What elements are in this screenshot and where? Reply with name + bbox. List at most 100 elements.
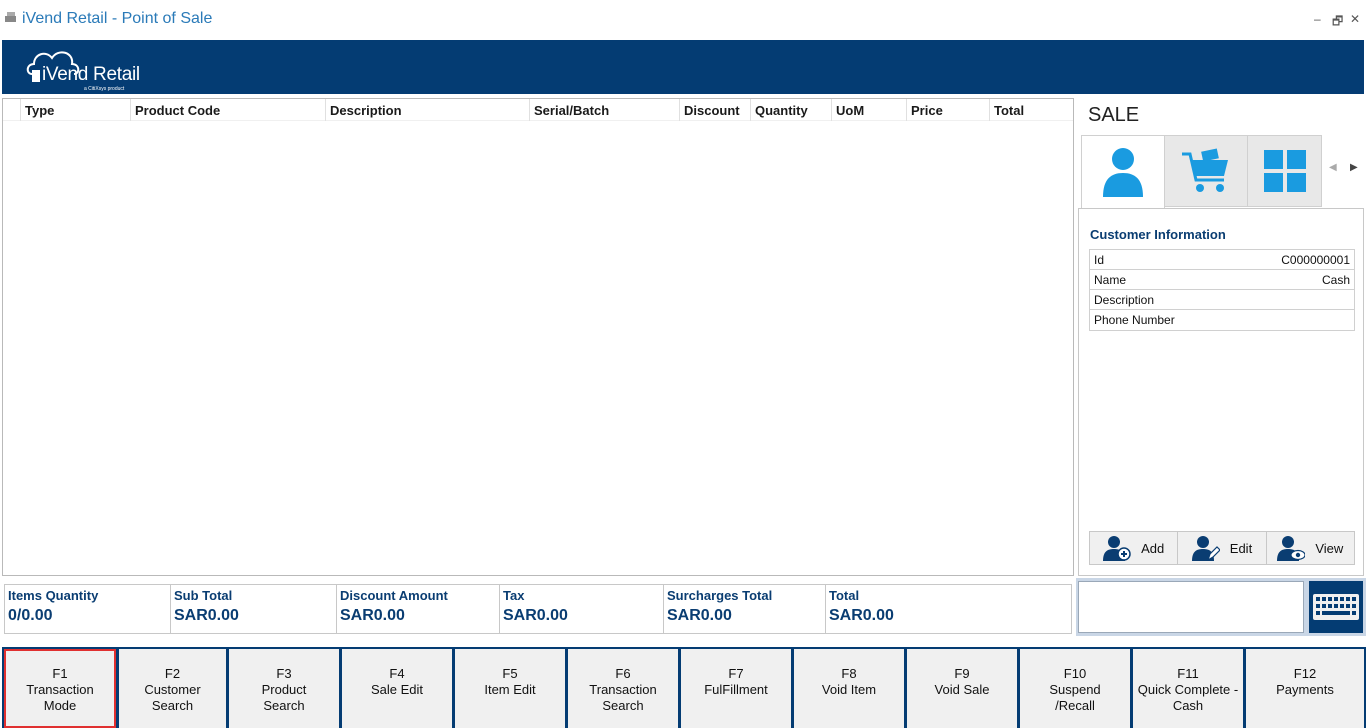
customer-actions: Add Edit View bbox=[1089, 531, 1355, 565]
keyboard-button[interactable] bbox=[1309, 581, 1363, 633]
fkey-key: F4 bbox=[389, 666, 405, 681]
total-label: Items Quantity bbox=[8, 588, 99, 603]
fkey-label-line1: Payments bbox=[1276, 682, 1334, 697]
info-row-description: Description bbox=[1090, 290, 1354, 310]
edit-customer-button[interactable]: Edit bbox=[1178, 532, 1267, 564]
column-header-quantity[interactable]: Quantity bbox=[751, 99, 832, 121]
fkey-key: F2 bbox=[164, 666, 181, 681]
tab-customer[interactable] bbox=[1081, 135, 1165, 208]
column-header-type[interactable]: Type bbox=[21, 99, 131, 121]
total-tax: Tax SAR0.00 bbox=[500, 585, 664, 633]
fkey-label-line1: Sale Edit bbox=[370, 682, 424, 697]
f11-quick-complete-cash-button[interactable]: F11 Quick Complete - Cash bbox=[1133, 649, 1243, 728]
function-key-bar: F1 Transaction Mode F2 Customer Search F… bbox=[2, 647, 1366, 728]
column-header-serial-batch[interactable]: Serial/Batch bbox=[530, 99, 680, 121]
fkey-label-line1: FulFillment bbox=[704, 682, 768, 697]
fkey-key: F3 bbox=[276, 666, 292, 681]
add-customer-button[interactable]: Add bbox=[1090, 532, 1179, 564]
fkey-label-line1: Transaction bbox=[589, 682, 657, 697]
total-value: SAR0.00 bbox=[667, 607, 732, 624]
entry-area bbox=[1076, 578, 1366, 636]
restore-button[interactable]: 🗗 bbox=[1332, 12, 1343, 33]
f2-customer-search-button[interactable]: F2 Customer Search bbox=[119, 649, 226, 728]
fkey-key: F6 bbox=[615, 666, 631, 681]
column-header-discount[interactable]: Discount bbox=[680, 99, 751, 121]
fkey-key: F10 bbox=[1063, 666, 1087, 681]
customer-info-panel: Customer Information Id C000000001 Name … bbox=[1078, 208, 1364, 576]
fkey-label-line1: Quick Complete - bbox=[1137, 682, 1239, 697]
user-view-icon bbox=[1277, 536, 1306, 561]
fkey-label-line1: Item Edit bbox=[484, 682, 536, 697]
total-value: SAR0.00 bbox=[829, 607, 894, 624]
logo-subtext: a CitiXsys product bbox=[84, 86, 125, 92]
view-customer-button[interactable]: View bbox=[1267, 532, 1354, 564]
tab-scroll-left-icon[interactable]: ◀ bbox=[1329, 162, 1337, 173]
grid-row-selector-header bbox=[3, 99, 21, 121]
f4-sale-edit-button[interactable]: F4 Sale Edit bbox=[342, 649, 452, 728]
total-discount-amount: Discount Amount SAR0.00 bbox=[337, 585, 500, 633]
column-header-description[interactable]: Description bbox=[326, 99, 530, 121]
tab-grid[interactable] bbox=[1247, 135, 1322, 207]
fkey-label-line1: Suspend bbox=[1049, 682, 1101, 697]
product-grid[interactable]: Type Product Code Description Serial/Bat… bbox=[2, 98, 1074, 576]
fkey-label-line2: Search bbox=[263, 698, 305, 713]
totals-bar: Items Quantity 0/0.00 Sub Total SAR0.00 … bbox=[4, 584, 1072, 634]
fkey-label-line1: Transaction bbox=[26, 682, 94, 697]
fkey-key: F5 bbox=[502, 666, 518, 681]
fkey-label-line1: Product bbox=[261, 682, 307, 697]
column-header-price[interactable]: Price bbox=[907, 99, 990, 121]
f7-fulfillment-button[interactable]: F7 FulFillment bbox=[681, 649, 791, 728]
close-button[interactable]: ✕ bbox=[1350, 12, 1360, 26]
fkey-label-line1: Customer bbox=[144, 682, 201, 697]
edit-label: Edit bbox=[1229, 540, 1253, 556]
fkey-label-line1: Void Item bbox=[821, 682, 877, 697]
grid-header: Type Product Code Description Serial/Bat… bbox=[3, 99, 1073, 121]
info-label: Name bbox=[1094, 272, 1127, 287]
column-header-uom[interactable]: UoM bbox=[832, 99, 907, 121]
fkey-label-line2: Search bbox=[151, 698, 194, 713]
f3-product-search-button[interactable]: F3 Product Search bbox=[229, 649, 339, 728]
info-row-phone-number: Phone Number bbox=[1090, 310, 1354, 330]
f9-void-sale-button[interactable]: F9 Void Sale bbox=[907, 649, 1017, 728]
f6-transaction-search-button[interactable]: F6 Transaction Search bbox=[568, 649, 678, 728]
f5-item-edit-button[interactable]: F5 Item Edit bbox=[455, 649, 565, 728]
fkey-key: F8 bbox=[841, 666, 857, 681]
column-header-total[interactable]: Total bbox=[990, 99, 1073, 121]
total-label: Sub Total bbox=[174, 588, 233, 603]
f1-transaction-mode-button[interactable]: F1 Transaction Mode bbox=[4, 649, 116, 728]
info-row-id: Id C000000001 bbox=[1090, 250, 1354, 270]
minimize-button[interactable]: – bbox=[1314, 12, 1321, 26]
cart-icon bbox=[1182, 148, 1228, 192]
total-surcharges: Surcharges Total SAR0.00 bbox=[664, 585, 826, 633]
user-add-icon bbox=[1103, 536, 1131, 561]
fkey-key: F9 bbox=[954, 666, 970, 681]
f12-payments-button[interactable]: F12 Payments bbox=[1246, 649, 1364, 728]
tab-cart[interactable] bbox=[1164, 135, 1248, 207]
scan-input[interactable] bbox=[1078, 581, 1304, 633]
column-header-product-code[interactable]: Product Code bbox=[131, 99, 326, 121]
fkey-label-line2: Search bbox=[602, 698, 644, 713]
fkey-key: F12 bbox=[1293, 666, 1317, 681]
total-value: 0/0.00 bbox=[8, 607, 53, 624]
total-value: SAR0.00 bbox=[503, 607, 568, 624]
total-label: Total bbox=[829, 588, 860, 603]
total-sub-total: Sub Total SAR0.00 bbox=[171, 585, 337, 633]
view-label: View bbox=[1315, 540, 1344, 556]
total-value: SAR0.00 bbox=[340, 607, 405, 624]
tab-scroll-right-icon[interactable]: ▶ bbox=[1350, 162, 1358, 173]
sale-title: SALE bbox=[1088, 104, 1140, 126]
f10-suspend-recall-button[interactable]: F10 Suspend /Recall bbox=[1020, 649, 1130, 728]
f8-void-item-button[interactable]: F8 Void Item bbox=[794, 649, 904, 728]
fkey-label-line1: Void Sale bbox=[934, 682, 990, 697]
customer-icon bbox=[1103, 148, 1143, 197]
grid-icon bbox=[1263, 150, 1306, 192]
title-bar: iVend Retail - Point of Sale – 🗗 ✕ bbox=[0, 0, 1366, 40]
header-band: iVend Retail a CitiXsys product bbox=[2, 40, 1364, 94]
sale-panel: SALE ◀ ▶ Customer Information Id C000000… bbox=[1078, 98, 1364, 576]
total-label: Discount Amount bbox=[340, 588, 448, 603]
fkey-key: F11 bbox=[1177, 666, 1199, 681]
fkey-key: F1 bbox=[52, 666, 68, 681]
fkey-label-line2: Cash bbox=[1172, 698, 1204, 713]
total-items-quantity: Items Quantity 0/0.00 bbox=[5, 585, 171, 633]
app-icon bbox=[5, 12, 16, 22]
